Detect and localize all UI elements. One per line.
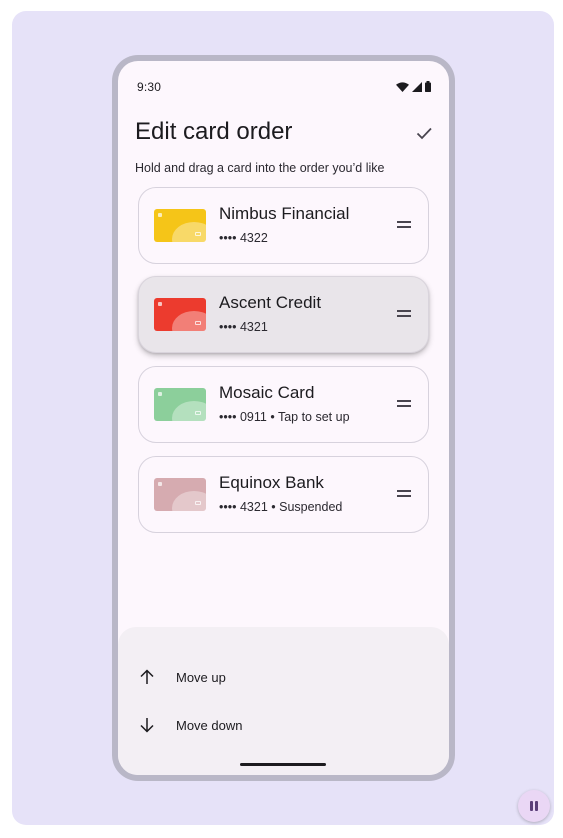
- card-name: Ascent Credit: [219, 293, 322, 312]
- check-icon[interactable]: [414, 123, 434, 143]
- card-number: •••• 0911 • Tap to set up: [219, 410, 350, 424]
- pause-icon-bar: [535, 801, 538, 811]
- home-indicator[interactable]: [240, 763, 326, 766]
- phone-screen: 9:30 Edit card order Hold and drag a car…: [118, 61, 449, 775]
- arrow-down-icon: [140, 718, 154, 733]
- status-bar: 9:30: [118, 61, 449, 101]
- bottom-sheet: Move up Move down: [118, 627, 449, 775]
- drag-handle-icon[interactable]: [397, 310, 411, 318]
- card-image: [154, 298, 206, 331]
- page-title: Edit card order: [135, 118, 293, 145]
- arrow-up-icon: [140, 669, 154, 684]
- pause-button[interactable]: [518, 790, 550, 822]
- card-image: [154, 209, 206, 242]
- card-name: Mosaic Card: [219, 383, 315, 402]
- page-subtitle: Hold and drag a card into the order you’…: [135, 161, 385, 175]
- move-down-button[interactable]: Move down: [118, 703, 449, 747]
- drag-handle-icon[interactable]: [397, 221, 411, 229]
- card-number: •••• 4322: [219, 231, 268, 245]
- move-down-label: Move down: [176, 718, 243, 733]
- move-up-label: Move up: [176, 670, 226, 685]
- drag-handle-icon[interactable]: [397, 400, 411, 408]
- status-time: 9:30: [137, 80, 162, 94]
- pause-icon: [530, 801, 533, 811]
- card-name: Nimbus Financial: [219, 204, 350, 223]
- card-row-nimbus-financial[interactable]: Nimbus Financial •••• 4322: [138, 187, 429, 264]
- card-number: •••• 4321: [219, 320, 268, 334]
- wifi-icon: [396, 81, 409, 92]
- card-row-mosaic-card[interactable]: Mosaic Card •••• 0911 • Tap to set up: [138, 366, 429, 443]
- status-icons: [396, 81, 431, 92]
- card-row-equinox-bank[interactable]: Equinox Bank •••• 4321 • Suspended: [138, 456, 429, 533]
- card-number: •••• 4321 • Suspended: [219, 500, 343, 514]
- drag-handle-icon[interactable]: [397, 490, 411, 498]
- card-row-ascent-credit[interactable]: Ascent Credit •••• 4321: [138, 276, 429, 353]
- card-name: Equinox Bank: [219, 473, 324, 492]
- move-up-button[interactable]: Move up: [118, 655, 449, 699]
- phone-frame: 9:30 Edit card order Hold and drag a car…: [112, 55, 455, 781]
- signal-icon: [412, 81, 422, 92]
- card-image: [154, 388, 206, 421]
- battery-icon: [425, 81, 431, 92]
- card-image: [154, 478, 206, 511]
